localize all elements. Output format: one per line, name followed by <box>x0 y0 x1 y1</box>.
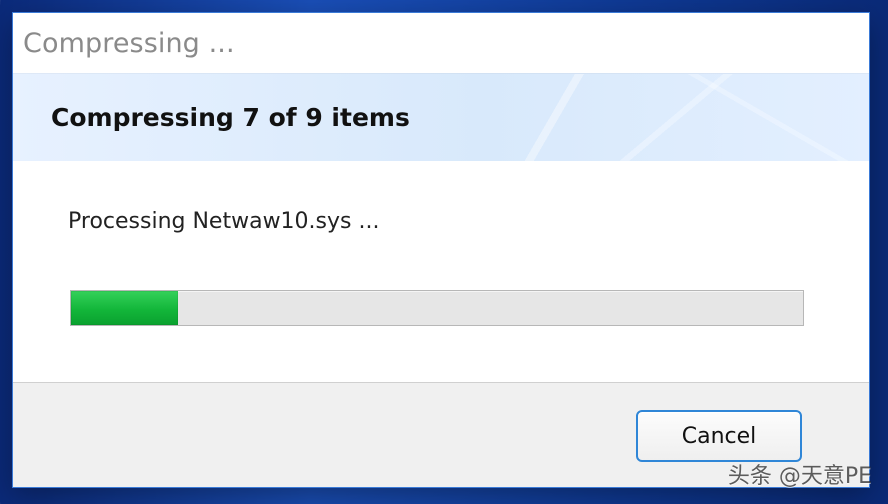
dialog-titlebar[interactable]: Compressing ... <box>13 13 869 73</box>
processing-text: Processing Netwaw10.sys ... <box>68 209 380 234</box>
compress-progress-dialog: Compressing ... Compressing 7 of 9 items… <box>12 12 870 488</box>
progress-bar-fill <box>71 291 178 325</box>
dialog-content: Processing Netwaw10.sys ... <box>13 161 869 383</box>
dialog-title: Compressing ... <box>23 27 235 59</box>
progress-bar <box>70 290 804 326</box>
dialog-footer: Cancel <box>13 382 869 487</box>
header-title: Compressing 7 of 9 items <box>51 103 410 132</box>
dialog-header: Compressing 7 of 9 items <box>13 73 869 161</box>
cancel-button[interactable]: Cancel <box>636 410 802 462</box>
